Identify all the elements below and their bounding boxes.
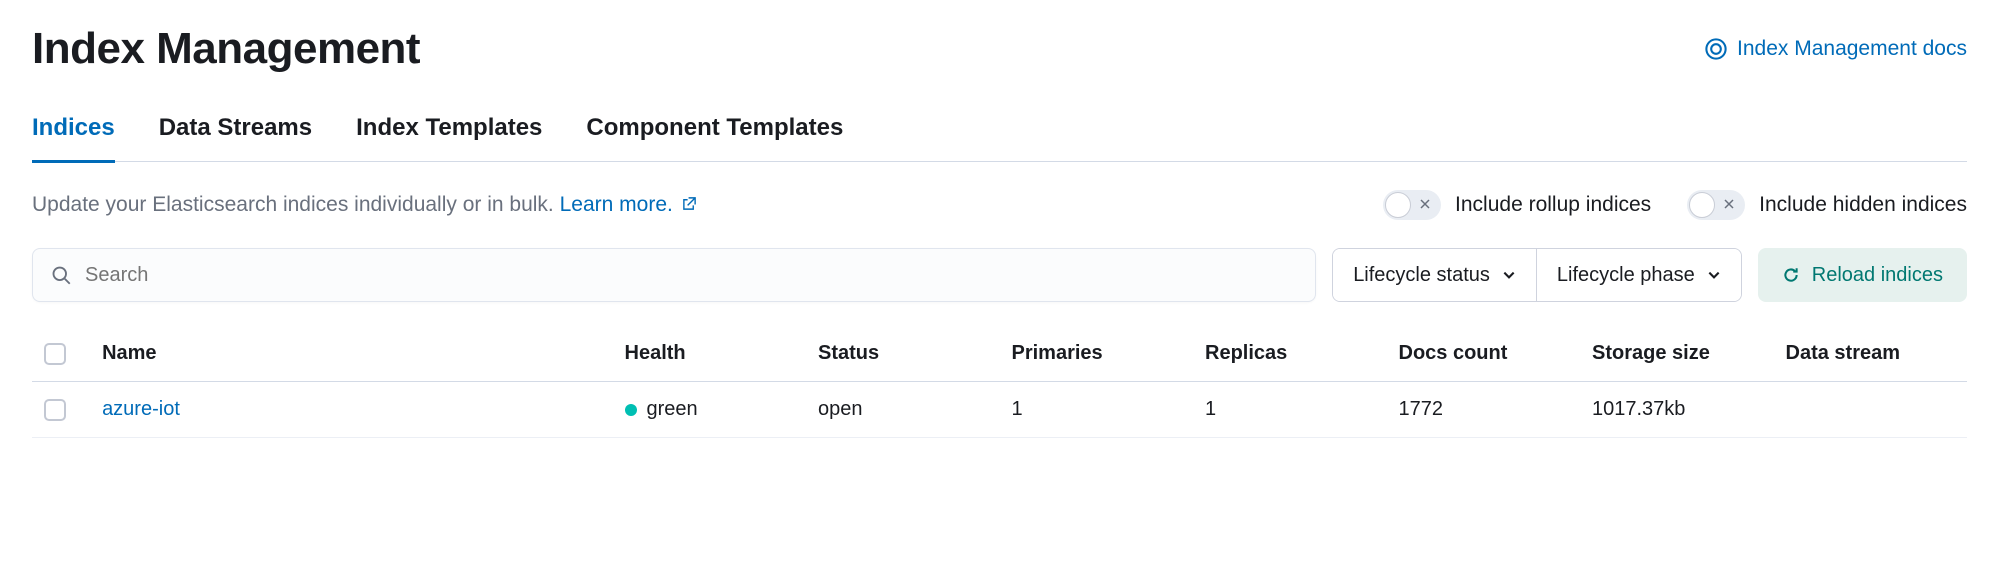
row-checkbox-cell <box>32 382 90 438</box>
switch-thumb <box>1689 192 1715 218</box>
description-text: Update your Elasticsearch indices indivi… <box>32 193 697 217</box>
index-name-link[interactable]: azure-iot <box>102 398 180 420</box>
search-icon <box>51 265 71 285</box>
refresh-icon <box>1782 266 1800 284</box>
tab-indices[interactable]: Indices <box>32 106 115 163</box>
column-header-health[interactable]: Health <box>613 326 807 382</box>
cell-replicas: 1 <box>1193 382 1387 438</box>
filter-lifecycle-phase[interactable]: Lifecycle phase <box>1536 249 1741 301</box>
column-header-data-stream[interactable]: Data stream <box>1774 326 1968 382</box>
tab-index-templates[interactable]: Index Templates <box>356 106 542 163</box>
column-header-status[interactable]: Status <box>806 326 1000 382</box>
column-header-storage-size[interactable]: Storage size <box>1580 326 1774 382</box>
chevron-down-icon <box>1707 268 1721 282</box>
tabs: Indices Data Streams Index Templates Com… <box>32 106 1967 162</box>
tab-component-templates[interactable]: Component Templates <box>586 106 843 163</box>
close-icon <box>1419 197 1431 214</box>
reload-indices-label: Reload indices <box>1812 264 1943 287</box>
column-header-docs-count[interactable]: Docs count <box>1387 326 1581 382</box>
docs-link-label: Index Management docs <box>1737 37 1967 61</box>
indices-table: Name Health Status Primaries Replicas Do… <box>32 326 1967 438</box>
row-checkbox[interactable] <box>44 399 66 421</box>
cell-name: azure-iot <box>90 382 612 438</box>
header-checkbox-cell <box>32 326 90 382</box>
column-header-name[interactable]: Name <box>90 326 612 382</box>
column-header-replicas[interactable]: Replicas <box>1193 326 1387 382</box>
learn-more-link[interactable]: Learn more. <box>560 193 697 216</box>
cell-primaries: 1 <box>1000 382 1194 438</box>
filter-lifecycle-status-label: Lifecycle status <box>1353 264 1490 287</box>
filter-lifecycle-status[interactable]: Lifecycle status <box>1333 249 1536 301</box>
learn-more-label: Learn more. <box>560 193 673 216</box>
description-body: Update your Elasticsearch indices indivi… <box>32 193 560 216</box>
close-icon <box>1723 197 1735 214</box>
column-header-primaries[interactable]: Primaries <box>1000 326 1194 382</box>
toggle-hidden-label: Include hidden indices <box>1759 193 1967 217</box>
toggle-rollup-label: Include rollup indices <box>1455 193 1651 217</box>
search-input[interactable] <box>85 264 1297 287</box>
filter-group: Lifecycle status Lifecycle phase <box>1332 248 1742 302</box>
toggle-rollup-indices[interactable] <box>1383 190 1441 220</box>
docs-link[interactable]: Index Management docs <box>1705 37 1967 61</box>
cell-health: green <box>613 382 807 438</box>
toggle-hidden-indices[interactable] <box>1687 190 1745 220</box>
reload-indices-button[interactable]: Reload indices <box>1758 248 1967 302</box>
cell-status: open <box>806 382 1000 438</box>
help-icon <box>1705 38 1727 60</box>
search-box[interactable] <box>32 248 1316 302</box>
switch-thumb <box>1385 192 1411 218</box>
cell-data-stream <box>1774 382 1968 438</box>
select-all-checkbox[interactable] <box>44 343 66 365</box>
table-row: azure-iot green open 1 1 1772 1017.37kb <box>32 382 1967 438</box>
cell-storage-size: 1017.37kb <box>1580 382 1774 438</box>
health-dot-icon <box>625 404 637 416</box>
external-link-icon <box>682 196 697 211</box>
health-text: green <box>647 398 698 421</box>
chevron-down-icon <box>1502 268 1516 282</box>
tab-data-streams[interactable]: Data Streams <box>159 106 312 163</box>
page-title: Index Management <box>32 24 420 74</box>
cell-docs-count: 1772 <box>1387 382 1581 438</box>
filter-lifecycle-phase-label: Lifecycle phase <box>1557 264 1695 287</box>
